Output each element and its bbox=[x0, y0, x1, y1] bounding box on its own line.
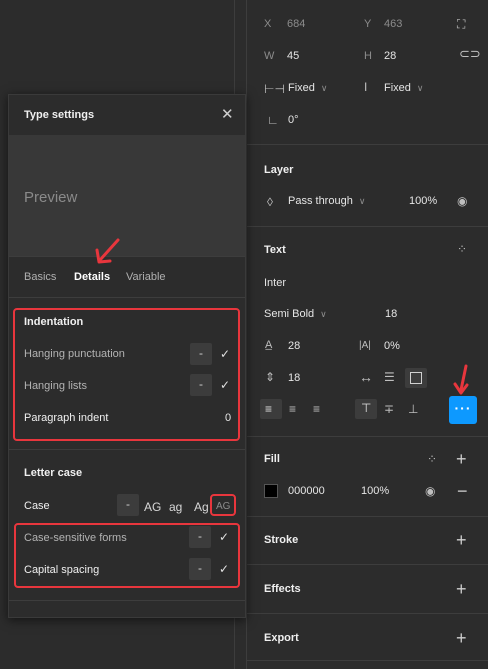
capital-spacing-off[interactable]: - bbox=[189, 558, 211, 580]
close-icon[interactable]: ✕ bbox=[221, 105, 234, 123]
font-family-select[interactable]: Inter bbox=[264, 277, 286, 289]
align-left-button[interactable]: ≡ bbox=[260, 399, 282, 419]
case-small-caps-button[interactable]: AG bbox=[216, 501, 230, 512]
add-stroke-icon[interactable]: + bbox=[456, 531, 467, 549]
constraints-icon[interactable]: ⛶ bbox=[457, 18, 465, 30]
fill-opacity[interactable]: 100% bbox=[361, 485, 389, 497]
effects-title: Effects bbox=[264, 583, 301, 595]
line-height-input[interactable]: 28 bbox=[288, 340, 300, 352]
paragraph-spacing-input[interactable]: 18 bbox=[288, 372, 300, 384]
blend-icon: ◊ bbox=[267, 195, 273, 209]
case-upper-button[interactable]: AG bbox=[144, 500, 161, 514]
annotation-arrow-more bbox=[453, 364, 469, 395]
layer-title: Layer bbox=[264, 164, 294, 176]
eye-icon[interactable]: ◉ bbox=[457, 195, 467, 207]
hanging-lists-check-icon[interactable]: ✓ bbox=[220, 378, 230, 392]
line-height-icon: A̲ bbox=[265, 339, 273, 351]
letter-spacing-icon: |A| bbox=[359, 340, 371, 351]
hanging-lists-off[interactable]: - bbox=[190, 374, 212, 396]
align-top-button[interactable]: ⊤ bbox=[355, 399, 377, 419]
design-panel: X 684 Y 463 ⛶ W 45 H 28 ⊂⊃ ⊢⊣ Fixed ∨ I F… bbox=[247, 0, 488, 669]
annotation-arrow-details bbox=[95, 238, 120, 264]
x-value[interactable]: 684 bbox=[287, 18, 305, 30]
y-label: Y bbox=[364, 18, 372, 30]
add-fill-icon[interactable]: + bbox=[456, 450, 467, 468]
hanging-punctuation-off[interactable]: - bbox=[190, 343, 212, 365]
x-label: X bbox=[264, 18, 272, 30]
tab-variable[interactable]: Variable bbox=[126, 271, 166, 283]
hanging-punctuation-label: Hanging punctuation bbox=[24, 348, 125, 360]
align-middle-icon[interactable]: ∓ bbox=[384, 403, 394, 415]
blend-mode-select[interactable]: Pass through ∨ bbox=[288, 195, 365, 207]
font-size-input[interactable]: 18 bbox=[385, 308, 397, 320]
lock-ratio-icon[interactable]: ⊂⊃ bbox=[459, 47, 481, 60]
case-sensitive-off[interactable]: - bbox=[189, 526, 211, 548]
fill-swatch[interactable] bbox=[264, 484, 278, 498]
layer-opacity[interactable]: 100% bbox=[409, 195, 437, 207]
w-label: W bbox=[264, 50, 275, 62]
type-settings-button[interactable]: ··· bbox=[449, 396, 477, 424]
width-mode-select[interactable]: Fixed ∨ bbox=[288, 82, 328, 94]
capital-spacing-check-icon[interactable]: ✓ bbox=[219, 562, 229, 576]
capital-spacing-label: Capital spacing bbox=[24, 564, 100, 576]
letter-case-heading: Letter case bbox=[24, 467, 83, 479]
horizontal-resize-icon: ⊢⊣ bbox=[264, 82, 285, 96]
case-sensitive-check-icon[interactable]: ✓ bbox=[219, 530, 229, 544]
h-value[interactable]: 28 bbox=[384, 50, 396, 62]
remove-fill-icon[interactable]: − bbox=[457, 482, 468, 500]
export-title: Export bbox=[264, 632, 299, 644]
y-value[interactable]: 463 bbox=[384, 18, 402, 30]
h-label: H bbox=[364, 50, 372, 62]
align-left-icon: ≡ bbox=[265, 402, 273, 416]
preview-text: Preview bbox=[24, 189, 78, 206]
rotation-icon: ∟ bbox=[267, 113, 279, 127]
auto-height-icon[interactable]: ☰ bbox=[384, 371, 395, 383]
w-value[interactable]: 45 bbox=[287, 50, 299, 62]
fixed-size-button[interactable] bbox=[405, 368, 427, 388]
preview-area: Preview bbox=[9, 135, 245, 256]
text-styles-icon[interactable]: ⁘ bbox=[457, 243, 467, 255]
rotation-value[interactable]: 0° bbox=[288, 114, 299, 126]
font-weight-select[interactable]: Semi Bold ∨ bbox=[264, 308, 327, 320]
fill-title: Fill bbox=[264, 453, 280, 465]
fill-styles-icon[interactable]: ⁘ bbox=[427, 453, 437, 465]
paragraph-spacing-icon: ⇕ bbox=[265, 370, 276, 384]
case-lower-button[interactable]: ag bbox=[169, 500, 182, 514]
align-top-icon: ⊤ bbox=[361, 401, 372, 415]
stroke-title: Stroke bbox=[264, 534, 299, 546]
add-export-icon[interactable]: + bbox=[456, 629, 467, 647]
height-mode-select[interactable]: Fixed ∨ bbox=[384, 82, 424, 94]
auto-width-icon[interactable]: ↔ bbox=[359, 370, 373, 384]
letter-spacing-input[interactable]: 0% bbox=[384, 340, 400, 352]
add-effect-icon[interactable]: + bbox=[456, 580, 467, 598]
hanging-lists-label: Hanging lists bbox=[24, 380, 87, 392]
paragraph-indent-input[interactable]: 0 bbox=[225, 412, 231, 424]
align-bottom-icon[interactable]: ⊥ bbox=[408, 403, 418, 415]
fill-visibility-icon[interactable]: ◉ bbox=[425, 485, 435, 497]
dialog-title: Type settings bbox=[24, 109, 95, 121]
type-settings-dialog: Type settings ✕ Preview Basics Details V… bbox=[8, 94, 246, 618]
case-none-button[interactable]: - bbox=[117, 494, 139, 516]
case-title-button[interactable]: Ag bbox=[194, 500, 209, 514]
text-title: Text bbox=[264, 244, 286, 256]
paragraph-indent-label: Paragraph indent bbox=[24, 412, 109, 424]
fill-hex[interactable]: 000000 bbox=[288, 485, 325, 497]
tab-details[interactable]: Details bbox=[74, 271, 110, 283]
case-label: Case bbox=[24, 500, 50, 512]
align-right-icon[interactable]: ≡ bbox=[313, 403, 320, 415]
tab-basics[interactable]: Basics bbox=[24, 271, 56, 283]
case-sensitive-label: Case-sensitive forms bbox=[24, 532, 127, 544]
vertical-resize-icon: I bbox=[364, 80, 368, 94]
align-center-icon[interactable]: ≡ bbox=[289, 403, 296, 415]
hanging-punctuation-check-icon[interactable]: ✓ bbox=[220, 347, 230, 361]
indentation-heading: Indentation bbox=[24, 316, 84, 328]
